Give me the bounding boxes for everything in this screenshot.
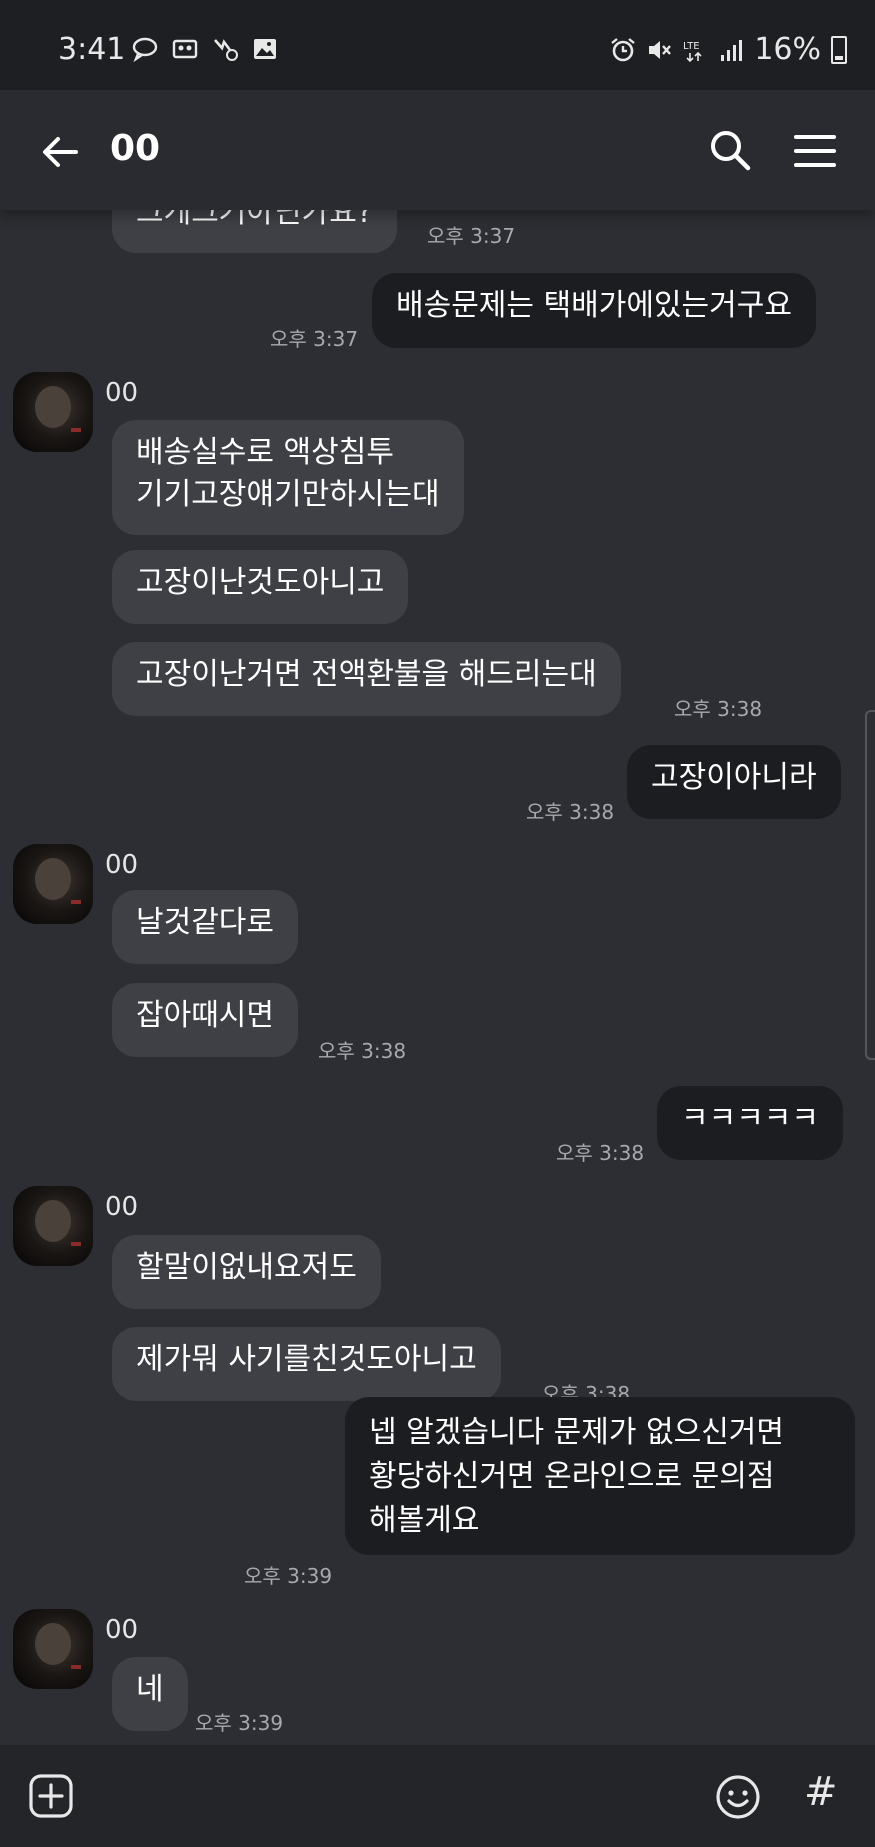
image-icon — [254, 39, 276, 59]
message-bubble-outgoing[interactable]: 배송문제는 택배가에있는거구요 — [372, 273, 816, 348]
hashtag-button[interactable]: # — [804, 1769, 838, 1815]
message-bubble-incoming[interactable]: 제가뭐 사기를친것도아니고 — [112, 1327, 501, 1401]
alarm-icon — [611, 37, 636, 61]
chat-area[interactable]: 그게그거아닌가요? 오후 3:37 배송문제는 택배가에있는거구요 오후 3:3… — [0, 210, 875, 1745]
message-time: 오후 3:37 — [427, 224, 516, 248]
emoji-icon[interactable] — [714, 1773, 762, 1821]
avatar[interactable] — [13, 1609, 93, 1689]
message-bubble-incoming[interactable]: 고장이난거면 전액환불을 해드리는대 — [112, 642, 621, 716]
battery-percent: 16% — [754, 32, 821, 67]
status-time: 3:41 — [58, 32, 126, 67]
svg-text:LTE: LTE — [683, 41, 700, 52]
message-bubble-incoming[interactable]: 고장이난것도아니고 — [112, 550, 409, 624]
chat-header: 00 — [0, 90, 875, 210]
lte-icon: LTE — [683, 41, 702, 62]
status-left-icons — [132, 36, 278, 62]
message-bubble-outgoing[interactable]: 고장이아니라 — [627, 745, 841, 819]
message-time: 오후 3:37 — [270, 327, 359, 351]
message-time: 오후 3:38 — [556, 1141, 645, 1165]
message-text: 고장이아니라 — [651, 760, 817, 795]
message-bubble-outgoing[interactable]: 넵 알겠습니다 문제가 없으신거면 황당하신거면 온라인으로 문의점 해볼게요 — [345, 1397, 855, 1555]
message-text: 그게그거아닌가요? — [136, 210, 373, 230]
search-icon[interactable] — [706, 126, 754, 174]
missed-call-icon — [214, 39, 238, 61]
message-text: 날것같다로 — [136, 905, 274, 940]
message-bubble-outgoing[interactable]: ㅋㅋㅋㅋㅋ — [657, 1086, 843, 1160]
scrollbar-thumb[interactable] — [865, 710, 875, 1060]
message-text: 고장이난것도아니고 — [136, 565, 385, 600]
message-text: 고장이난거면 전액환불을 해드리는대 — [136, 657, 597, 692]
signal-icon — [721, 39, 743, 61]
message-text: 잡아때시면 — [136, 998, 274, 1033]
message-time: 오후 3:38 — [318, 1039, 407, 1063]
message-text: ㅋㅋㅋㅋㅋ — [681, 1101, 819, 1136]
avatar[interactable] — [13, 844, 93, 924]
avatar[interactable] — [13, 372, 93, 452]
status-right: LTE 16% — [610, 32, 847, 67]
message-time: 오후 3:39 — [195, 1711, 284, 1735]
sender-name: 00 — [105, 1615, 139, 1645]
cassette-icon — [172, 39, 198, 59]
sender-name: 00 — [105, 850, 139, 880]
message-text: 배송실수로 액상침투 기기고장얘기만하시는대 — [136, 435, 440, 512]
back-arrow-icon[interactable] — [38, 130, 82, 174]
avatar[interactable] — [13, 1186, 93, 1266]
message-bubble-incoming[interactable]: 할말이없내요저도 — [112, 1235, 381, 1309]
message-time: 오후 3:39 — [244, 1564, 333, 1588]
message-text: 네 — [136, 1672, 164, 1707]
message-time: 오후 3:38 — [674, 697, 763, 721]
message-bubble-incoming[interactable]: 날것같다로 — [112, 890, 298, 964]
battery-icon — [831, 35, 847, 64]
message-bubble-incoming[interactable]: 그게그거아닌가요? — [112, 210, 397, 253]
status-bar: 3:41 LTE 16% — [0, 0, 875, 90]
input-bar: # — [0, 1745, 875, 1847]
sender-name: 00 — [105, 378, 139, 408]
message-time: 오후 3:38 — [526, 800, 615, 824]
add-icon[interactable] — [28, 1773, 74, 1819]
message-text: 제가뭐 사기를친것도아니고 — [136, 1342, 477, 1377]
menu-icon[interactable] — [792, 128, 838, 174]
message-bubble-incoming[interactable]: 잡아때시면 — [112, 983, 298, 1057]
message-bubble-incoming[interactable]: 네 — [112, 1657, 188, 1731]
chat-title: 00 — [110, 128, 161, 169]
chat-bubble-icon — [132, 37, 158, 62]
message-text: 할말이없내요저도 — [136, 1250, 357, 1285]
message-text: 배송문제는 택배가에있는거구요 — [396, 288, 792, 323]
message-bubble-incoming[interactable]: 배송실수로 액상침투 기기고장얘기만하시는대 — [112, 420, 464, 535]
sender-name: 00 — [105, 1192, 139, 1222]
mute-icon — [649, 40, 672, 59]
message-text: 넵 알겠습니다 문제가 없으신거면 황당하신거면 온라인으로 문의점 해볼게요 — [369, 1415, 785, 1538]
